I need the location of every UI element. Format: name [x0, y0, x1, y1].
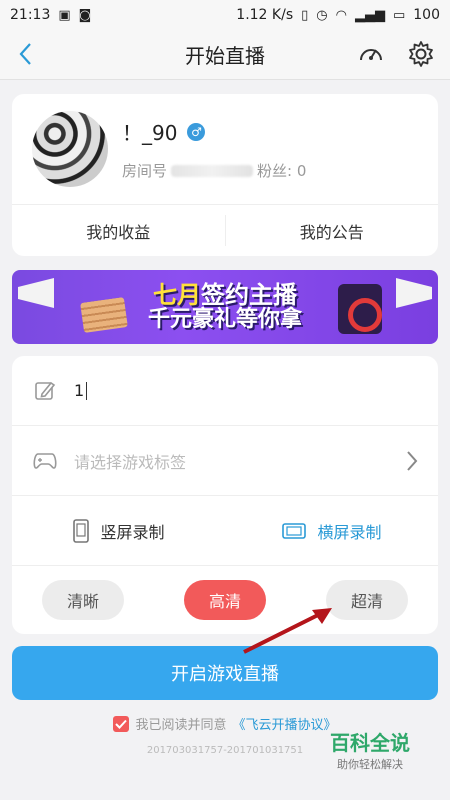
- speedometer-icon: [360, 49, 382, 61]
- status-time: 21:13: [10, 7, 51, 23]
- wifi-icon: ◠: [335, 7, 347, 23]
- fans-count: 粉丝: 0: [257, 162, 307, 180]
- male-icon: ♂: [187, 122, 206, 141]
- speaker-icon: [338, 284, 382, 334]
- my-notice-button[interactable]: 我的公告: [226, 205, 439, 256]
- banner-line2: 千元豪礼等你拿: [147, 307, 302, 333]
- quality-clear-button[interactable]: 清晰: [42, 580, 124, 620]
- text-caret: [86, 381, 88, 400]
- check-icon: [115, 719, 128, 729]
- quality-selector: 清晰 高清 超清: [12, 566, 438, 634]
- quality-ultra-button[interactable]: 超清: [326, 580, 408, 620]
- profile-card: ！_90 ♂ 房间号 粉丝: 0 我的收益 我的公告: [12, 94, 438, 256]
- edit-icon: [32, 378, 58, 404]
- status-bar: 21:13 ▣ ◙ 1.12 K/s ▯ ◷ ◠ ▂▄▆ ▭ 100: [0, 0, 450, 30]
- phone-landscape-icon: [282, 522, 307, 539]
- back-button[interactable]: [10, 38, 42, 70]
- chevron-right-icon: [407, 450, 418, 471]
- banner-line1: 签约主播: [200, 280, 297, 309]
- my-earnings-button[interactable]: 我的收益: [12, 205, 225, 256]
- picture-notification-icon: ▣: [58, 7, 71, 23]
- portrait-record-option[interactable]: 竖屏录制: [12, 496, 225, 565]
- money-stack-icon: [80, 297, 128, 333]
- agreement-checkbox[interactable]: [113, 715, 130, 732]
- user-name: ！_90: [122, 121, 178, 145]
- banner-highlight: 七月: [152, 280, 201, 309]
- agreement-link[interactable]: 《飞云开播协议》: [233, 714, 337, 733]
- settings-button[interactable]: [406, 39, 436, 69]
- nav-bar: 开始直播: [0, 30, 450, 80]
- battery-level: 100: [413, 7, 440, 23]
- network-speed: 1.12 K/s: [236, 7, 294, 23]
- portrait-label: 竖屏录制: [100, 522, 165, 542]
- title-input[interactable]: 1: [74, 381, 84, 400]
- game-tag-placeholder: 请选择游戏标签: [74, 452, 187, 472]
- gear-icon: [409, 41, 433, 67]
- quality-hd-button[interactable]: 高清: [184, 580, 266, 620]
- title-row[interactable]: 1: [12, 356, 438, 426]
- watermark-title: 百科全说: [330, 731, 410, 755]
- watermark-logo: 百科全说 助你轻松解决: [330, 727, 410, 772]
- page-title: 开始直播: [185, 44, 265, 68]
- alarm-icon: ◷: [316, 7, 328, 23]
- signal-icon: ▂▄▆: [354, 7, 385, 23]
- megaphone-icon: [18, 278, 54, 308]
- watermark-subtitle: 助你轻松解决: [337, 758, 403, 771]
- gamepad-icon: [32, 448, 58, 474]
- landscape-label: 横屏录制: [317, 522, 382, 542]
- redacted-room-number: [171, 164, 254, 177]
- bell-notification-icon: ◙: [78, 7, 92, 23]
- megaphone-icon: [396, 278, 432, 308]
- live-settings-form: 1 请选择游戏标签 竖屏录制 横屏录制 清晰 高清 超清: [12, 356, 438, 634]
- speed-test-button[interactable]: [356, 39, 386, 69]
- vibrate-icon: ▯: [301, 7, 309, 23]
- game-tag-row[interactable]: 请选择游戏标签: [12, 426, 438, 496]
- orientation-selector: 竖屏录制 横屏录制: [12, 496, 438, 566]
- room-number-label: 房间号: [122, 162, 168, 180]
- promo-banner[interactable]: 七月签约主播 千元豪礼等你拿: [12, 270, 438, 344]
- avatar[interactable]: [32, 111, 108, 187]
- phone-portrait-icon: [73, 518, 90, 543]
- battery-icon: ▭: [392, 7, 406, 23]
- start-live-button[interactable]: 开启游戏直播: [12, 646, 438, 700]
- landscape-record-option[interactable]: 横屏录制: [225, 496, 438, 565]
- chevron-left-icon: [19, 43, 31, 65]
- agreement-text: 我已阅读并同意: [135, 718, 227, 733]
